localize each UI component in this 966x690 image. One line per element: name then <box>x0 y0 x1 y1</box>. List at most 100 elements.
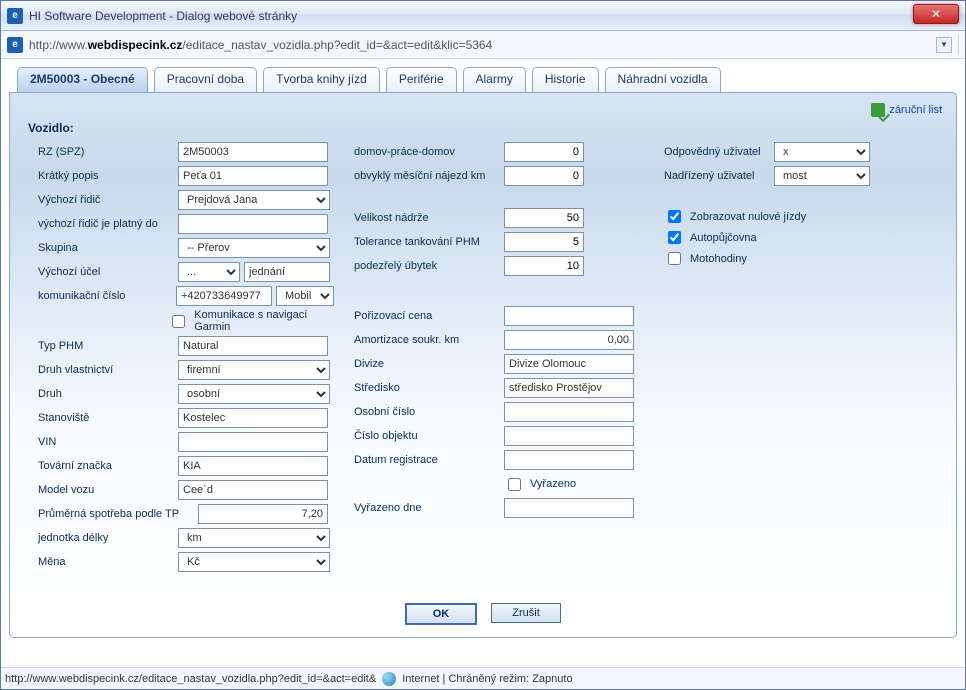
rz-input[interactable] <box>178 142 328 162</box>
tab-periferie[interactable]: Periférie <box>386 67 457 92</box>
komcislo-type-select[interactable]: Mobil <box>276 286 334 306</box>
delka-select[interactable]: km <box>178 528 330 548</box>
znacka-input[interactable] <box>178 456 328 476</box>
poriz-label: Pořizovací cena <box>354 310 504 322</box>
ridic-select[interactable]: Prejdová Jana <box>178 190 330 210</box>
autopujcovna-row[interactable]: Autopůjčovna <box>664 228 942 247</box>
druh-select[interactable]: osobní <box>178 384 330 404</box>
model-label: Model vozu <box>38 484 178 496</box>
url-text[interactable]: http://www.webdispecink.cz/editace_nasta… <box>29 38 930 52</box>
poriz-input[interactable] <box>504 306 634 326</box>
close-button[interactable]: ✕ <box>913 4 959 24</box>
dpd-input[interactable] <box>504 142 584 162</box>
tab-obecne[interactable]: 2M50003 - Obecné <box>17 67 148 93</box>
vlast-label: Druh vlastnictví <box>38 364 178 376</box>
mena-label: Měna <box>38 556 178 568</box>
spotreba-label: Průměrná spotřeba podle TP <box>38 508 198 520</box>
skupina-label: Skupina <box>38 242 178 254</box>
spotreba-input[interactable] <box>198 504 328 524</box>
mena-select[interactable]: Kč <box>178 552 330 572</box>
divize-label: Divize <box>354 358 504 370</box>
divize-input[interactable] <box>504 354 634 374</box>
skupina-select[interactable]: -- Přerov <box>178 238 330 258</box>
stan-input[interactable] <box>178 408 328 428</box>
tab-strip: 2M50003 - Obecné Pracovní doba Tvorba kn… <box>9 67 957 92</box>
column-left: RZ (SPZ) Krátký popis Výchozí řidič Prej… <box>24 141 334 573</box>
komcislo-label: komunikační číslo <box>38 290 176 302</box>
autopujcovna-checkbox[interactable] <box>668 231 681 244</box>
vyrazeno-checkbox-row[interactable]: Vyřazeno <box>504 475 576 494</box>
internet-zone-icon <box>382 672 396 686</box>
tab-tvorba-knihy[interactable]: Tvorba knihy jízd <box>263 67 380 92</box>
nadrz-input[interactable] <box>504 208 584 228</box>
ucel-input[interactable] <box>244 262 330 282</box>
najezd-input[interactable] <box>504 166 584 186</box>
vlast-select[interactable]: firemní <box>178 360 330 380</box>
ucel-select[interactable]: ... <box>178 262 240 282</box>
url-dropdown-button[interactable]: ▾ <box>936 37 952 53</box>
typphm-label: Typ PHM <box>38 340 178 352</box>
ucel-label: Výchozí účel <box>38 266 178 278</box>
motohodiny-row[interactable]: Motohodiny <box>664 249 942 268</box>
nadrz-label: Velikost nádrže <box>354 212 504 224</box>
znacka-label: Tovární značka <box>38 460 178 472</box>
vyrazeno-checkbox[interactable] <box>508 478 521 491</box>
chevron-down-icon: ▾ <box>942 39 947 50</box>
status-zone: Internet | Chráněný režim: Zapnuto <box>402 673 572 685</box>
nadriz-select[interactable]: most <box>774 166 870 186</box>
datreg-input[interactable] <box>504 450 634 470</box>
ridic-label: Výchozí řidič <box>38 194 178 206</box>
address-bar: e http://www.webdispecink.cz/editace_nas… <box>1 31 965 59</box>
ie-favicon-icon: e <box>7 8 23 24</box>
separator <box>958 35 959 55</box>
objekt-input[interactable] <box>504 426 634 446</box>
titlebar: e HI Software Development - Dialog webov… <box>1 1 965 31</box>
ok-button[interactable]: OK <box>405 603 477 625</box>
cancel-button[interactable]: Zrušit <box>491 603 561 623</box>
nadriz-label: Nadřízený uživatel <box>664 170 774 182</box>
nulove-jizdy-checkbox[interactable] <box>668 210 681 223</box>
nulove-jizdy-row[interactable]: Zobrazovat nulové jízdy <box>664 207 942 226</box>
popis-input[interactable] <box>178 166 328 186</box>
window-title: HI Software Development - Dialog webové … <box>29 9 297 23</box>
popis-label: Krátký popis <box>38 170 178 182</box>
garmin-checkbox-row[interactable]: Komunikace s navigací Garmin <box>168 309 334 333</box>
ridic-platny-input[interactable] <box>178 214 328 234</box>
tab-nahradni[interactable]: Náhradní vozidla <box>605 67 721 92</box>
objekt-label: Číslo objektu <box>354 430 504 442</box>
delka-label: jednotka délky <box>38 532 178 544</box>
column-right: Odpovědný uživatel x Nadřízený uživatel … <box>664 141 942 573</box>
garmin-checkbox[interactable] <box>172 315 185 328</box>
ubytek-input[interactable] <box>504 256 584 276</box>
motohodiny-checkbox[interactable] <box>668 252 681 265</box>
dialog-window: e HI Software Development - Dialog webov… <box>0 0 966 690</box>
warranty-link[interactable]: záruční list <box>871 103 942 117</box>
stred-input[interactable] <box>504 378 634 398</box>
model-input[interactable] <box>178 480 328 500</box>
odpov-select[interactable]: x <box>774 142 870 162</box>
komcislo-input[interactable] <box>176 286 272 306</box>
oscislo-input[interactable] <box>504 402 634 422</box>
ridic-platny-label: výchozí řidič je platný do <box>38 218 178 230</box>
najezd-label: obvyklý měsíční nájezd km <box>354 170 504 182</box>
dpd-label: domov-práce-domov <box>354 146 504 158</box>
section-title: Vozidlo: <box>28 121 942 135</box>
close-icon: ✕ <box>931 7 941 21</box>
amort-label: Amortizace soukr. km <box>354 334 504 346</box>
amort-input[interactable] <box>504 330 634 350</box>
odpov-label: Odpovědný uživatel <box>664 146 774 158</box>
tab-historie[interactable]: Historie <box>532 67 599 92</box>
tab-alarmy[interactable]: Alarmy <box>463 67 526 92</box>
content-area: 2M50003 - Obecné Pracovní doba Tvorba kn… <box>1 59 965 667</box>
rz-label: RZ (SPZ) <box>38 146 178 158</box>
oscislo-label: Osobní číslo <box>354 406 504 418</box>
warranty-icon <box>871 103 885 117</box>
tab-pracovni-doba[interactable]: Pracovní doba <box>154 67 257 92</box>
status-bar: http://www.webdispecink.cz/editace_nasta… <box>1 667 965 689</box>
vyrazdne-input[interactable] <box>504 498 634 518</box>
vyrazdne-label: Vyřazeno dne <box>354 502 504 514</box>
vin-input[interactable] <box>178 432 328 452</box>
stred-label: Středisko <box>354 382 504 394</box>
toler-input[interactable] <box>504 232 584 252</box>
typphm-input[interactable] <box>178 336 328 356</box>
